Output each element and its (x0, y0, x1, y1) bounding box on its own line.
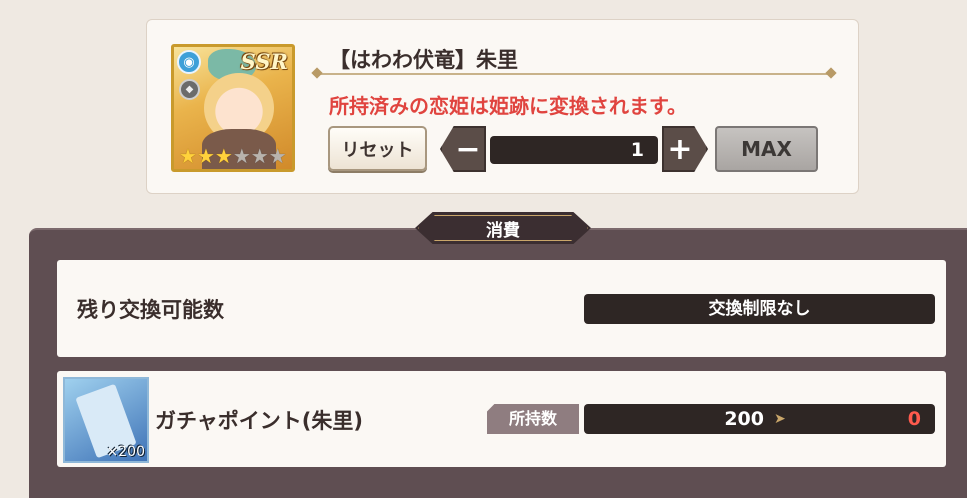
panel-title-frame (418, 215, 588, 241)
arrow-right-icon: ➤ (774, 411, 786, 427)
quantity-field[interactable]: 1 (490, 136, 658, 164)
star-empty-icon: ★ (232, 144, 251, 168)
increment-button[interactable]: + (662, 126, 708, 172)
ticket-item-icon[interactable]: ×200 (63, 377, 149, 463)
remaining-row: 残り交換可能数 交換制限なし (57, 260, 946, 357)
character-portrait[interactable]: ◉ ◆ SSR ★ ★ ★ ★ ★ ★ (171, 44, 295, 172)
star-filled-icon: ★ (179, 144, 197, 168)
reset-button[interactable]: リセット (328, 126, 427, 171)
owned-before-value: 200 (724, 408, 764, 430)
owned-after-value: 0 (907, 408, 921, 430)
rarity-badge: SSR (240, 49, 288, 74)
max-button[interactable]: MAX (715, 126, 818, 172)
item-name: ガチャポイント(朱里) (155, 409, 363, 433)
star-empty-icon: ★ (268, 144, 287, 168)
owned-display: 200 ➤ 0 (584, 404, 935, 434)
decrement-button[interactable]: − (440, 126, 486, 172)
character-name: 【はわわ伏竜】朱里 (329, 48, 518, 72)
conversion-notice: 所持済みの恋姫は姫跡に変換されます。 (329, 94, 687, 118)
item-row: ×200 ガチャポイント(朱里) 所持数 200 ➤ 0 (57, 371, 946, 467)
star-rating: ★ ★ ★ ★ ★ ★ (179, 146, 287, 166)
remaining-value: 交換制限なし (584, 294, 935, 324)
owned-label: 所持数 (487, 404, 579, 434)
element-icon: ◉ (177, 50, 201, 74)
exchange-card: ◉ ◆ SSR ★ ★ ★ ★ ★ ★ 【はわわ伏竜】朱里 所持済みの恋姫は姫跡… (146, 19, 859, 194)
star-empty-icon: ★ (250, 144, 269, 168)
remaining-label: 残り交換可能数 (77, 298, 224, 322)
title-divider (313, 73, 835, 75)
star-filled-icon: ★ (196, 144, 215, 168)
class-shield-icon: ◆ (179, 79, 200, 100)
star-filled-icon: ★ (214, 144, 233, 168)
item-icon-count: ×200 (106, 444, 145, 460)
